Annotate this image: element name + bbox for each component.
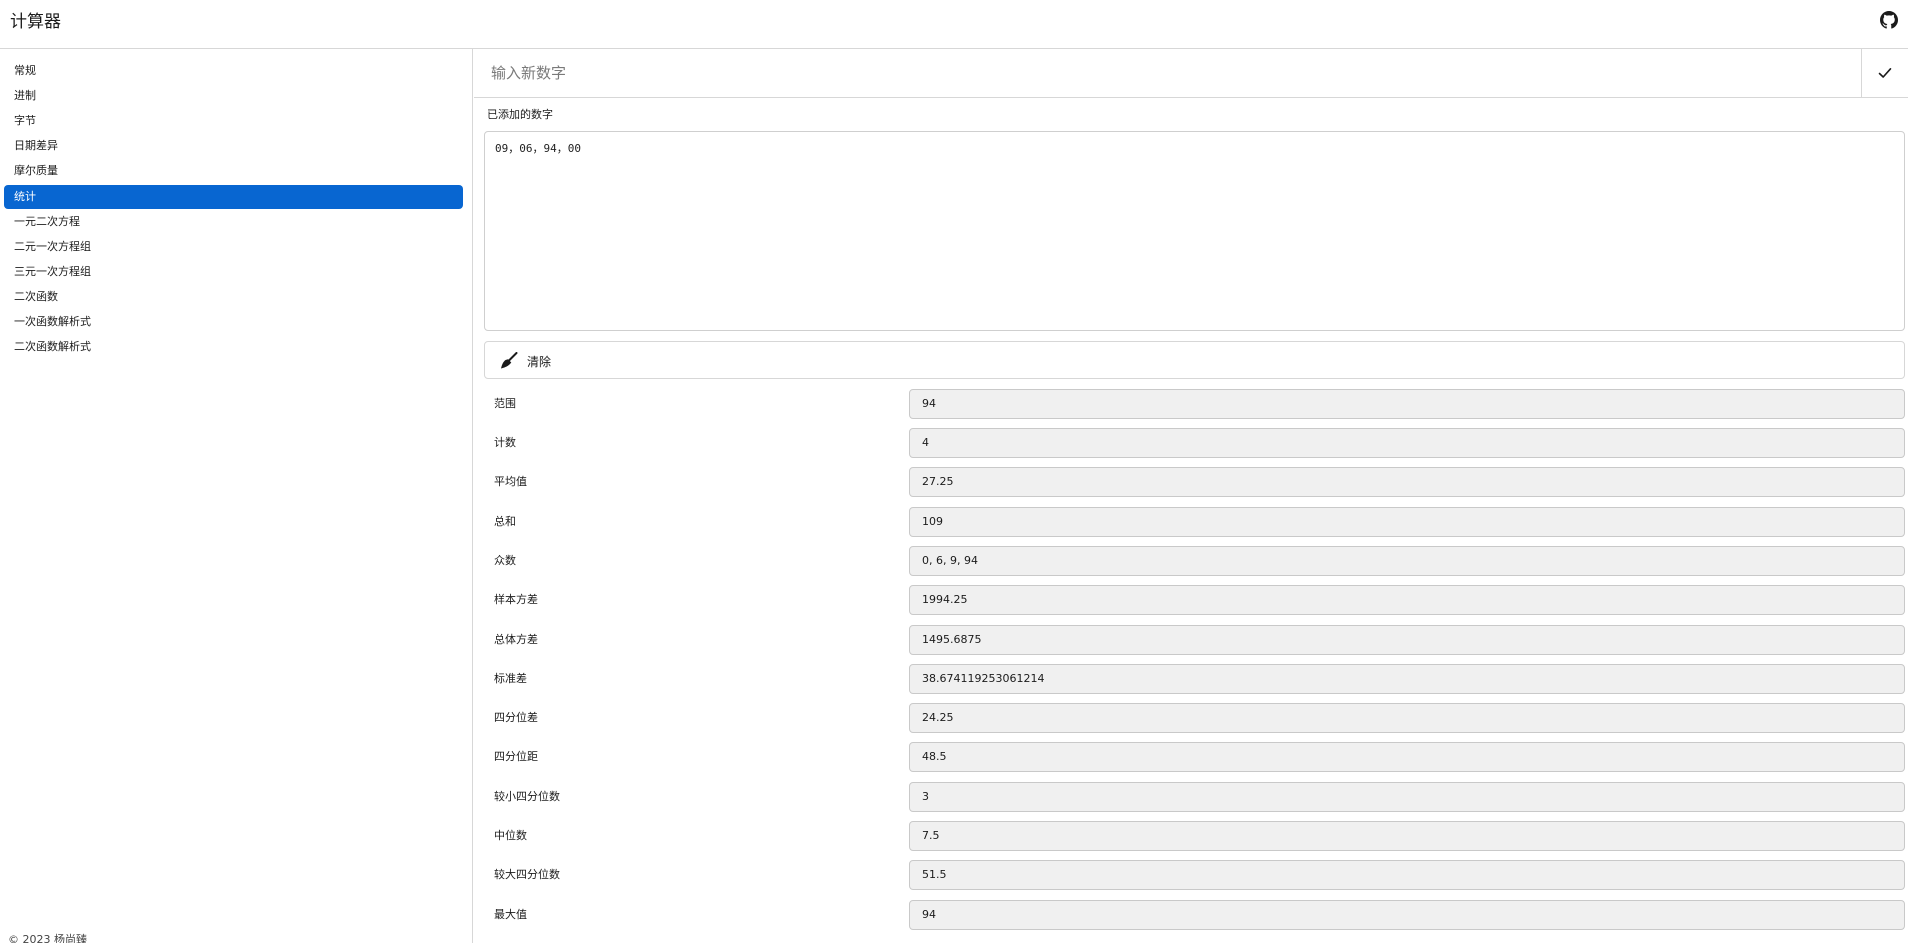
- main-panel: 已添加的数字 09，06，94，00 清除 范围 94 计数 4 平均值 27.…: [474, 49, 1908, 943]
- stat-label: 计数: [494, 436, 516, 449]
- sidebar-item-quadratic-equation[interactable]: 一元二次方程: [4, 210, 463, 234]
- stat-value-field[interactable]: 94: [909, 389, 1905, 419]
- stat-label: 较小四分位数: [494, 790, 560, 803]
- github-icon[interactable]: [1880, 11, 1898, 29]
- stat-value-field[interactable]: 3: [909, 782, 1905, 812]
- number-input-row: [474, 49, 1908, 98]
- add-number-button[interactable]: [1861, 49, 1908, 97]
- stat-value-field[interactable]: 0, 6, 9, 94: [909, 546, 1905, 576]
- stat-row-max: 最大值 94: [484, 900, 1905, 930]
- stat-label: 范围: [494, 397, 516, 410]
- sidebar-item-linear-system-3[interactable]: 三元一次方程组: [4, 260, 463, 284]
- added-numbers-label: 已添加的数字: [487, 108, 553, 121]
- stat-label: 总和: [494, 515, 516, 528]
- broom-icon: [499, 352, 519, 370]
- sidebar-item-linear-expression[interactable]: 一次函数解析式: [4, 310, 463, 334]
- stat-row-mean: 平均值 27.25: [484, 467, 1905, 497]
- sidebar-item-molar-mass[interactable]: 摩尔质量: [4, 159, 463, 183]
- stat-row-std-dev: 标准差 38.674119253061214: [484, 664, 1905, 694]
- sidebar-item-date-diff[interactable]: 日期差异: [4, 134, 463, 158]
- stat-row-sum: 总和 109: [484, 507, 1905, 537]
- stat-value-field[interactable]: 51.5: [909, 860, 1905, 890]
- stat-label: 平均值: [494, 475, 527, 488]
- top-bar: 计算器: [0, 0, 1908, 49]
- stat-value-field[interactable]: 7.5: [909, 821, 1905, 851]
- stat-label: 四分位距: [494, 750, 538, 763]
- sidebar-item-general[interactable]: 常规: [4, 59, 463, 83]
- stat-value-field[interactable]: 1994.25: [909, 585, 1905, 615]
- stat-row-median: 中位数 7.5: [484, 821, 1905, 851]
- stat-label: 标准差: [494, 672, 527, 685]
- stat-label: 较大四分位数: [494, 868, 560, 881]
- sidebar-item-base[interactable]: 进制: [4, 84, 463, 108]
- stat-label: 最大值: [494, 908, 527, 921]
- stat-value-field[interactable]: 24.25: [909, 703, 1905, 733]
- stat-value-field[interactable]: 27.25: [909, 467, 1905, 497]
- stat-value-field[interactable]: 94: [909, 900, 1905, 930]
- sidebar-item-quadratic-function[interactable]: 二次函数: [4, 285, 463, 309]
- sidebar: 常规 进制 字节 日期差异 摩尔质量 统计 一元二次方程 二元一次方程组 三元一…: [0, 49, 473, 943]
- stat-value-field[interactable]: 109: [909, 507, 1905, 537]
- stat-row-range: 范围 94: [484, 389, 1905, 419]
- added-numbers-textarea[interactable]: 09，06，94，00: [484, 131, 1905, 331]
- app-title: 计算器: [10, 12, 61, 32]
- stat-row-upper-quartile: 较大四分位数 51.5: [484, 860, 1905, 890]
- stat-row-sample-variance: 样本方差 1994.25: [484, 585, 1905, 615]
- sidebar-item-statistics[interactable]: 统计: [4, 185, 463, 209]
- sidebar-item-quadratic-expression[interactable]: 二次函数解析式: [4, 335, 463, 359]
- clear-label: 清除: [527, 355, 552, 369]
- clear-button[interactable]: 清除: [484, 341, 1905, 379]
- sidebar-item-bytes[interactable]: 字节: [4, 109, 463, 133]
- stat-label: 样本方差: [494, 593, 538, 606]
- footer-copyright: © 2023 杨尚臻: [8, 933, 87, 943]
- sidebar-item-linear-system-2[interactable]: 二元一次方程组: [4, 235, 463, 259]
- new-number-input[interactable]: [474, 49, 1861, 97]
- stat-row-mode: 众数 0, 6, 9, 94: [484, 546, 1905, 576]
- stat-label: 中位数: [494, 829, 527, 842]
- stat-value-field[interactable]: 4: [909, 428, 1905, 458]
- stat-value-field[interactable]: 48.5: [909, 742, 1905, 772]
- stat-label: 四分位差: [494, 711, 538, 724]
- stat-value-field[interactable]: 1495.6875: [909, 625, 1905, 655]
- stat-row-quartile-deviation: 四分位差 24.25: [484, 703, 1905, 733]
- stat-label: 众数: [494, 554, 516, 567]
- stat-row-lower-quartile: 较小四分位数 3: [484, 782, 1905, 812]
- stat-row-population-variance: 总体方差 1495.6875: [484, 625, 1905, 655]
- stat-label: 总体方差: [494, 633, 538, 646]
- stat-row-count: 计数 4: [484, 428, 1905, 458]
- stat-value-field[interactable]: 38.674119253061214: [909, 664, 1905, 694]
- stat-row-iqr: 四分位距 48.5: [484, 742, 1905, 772]
